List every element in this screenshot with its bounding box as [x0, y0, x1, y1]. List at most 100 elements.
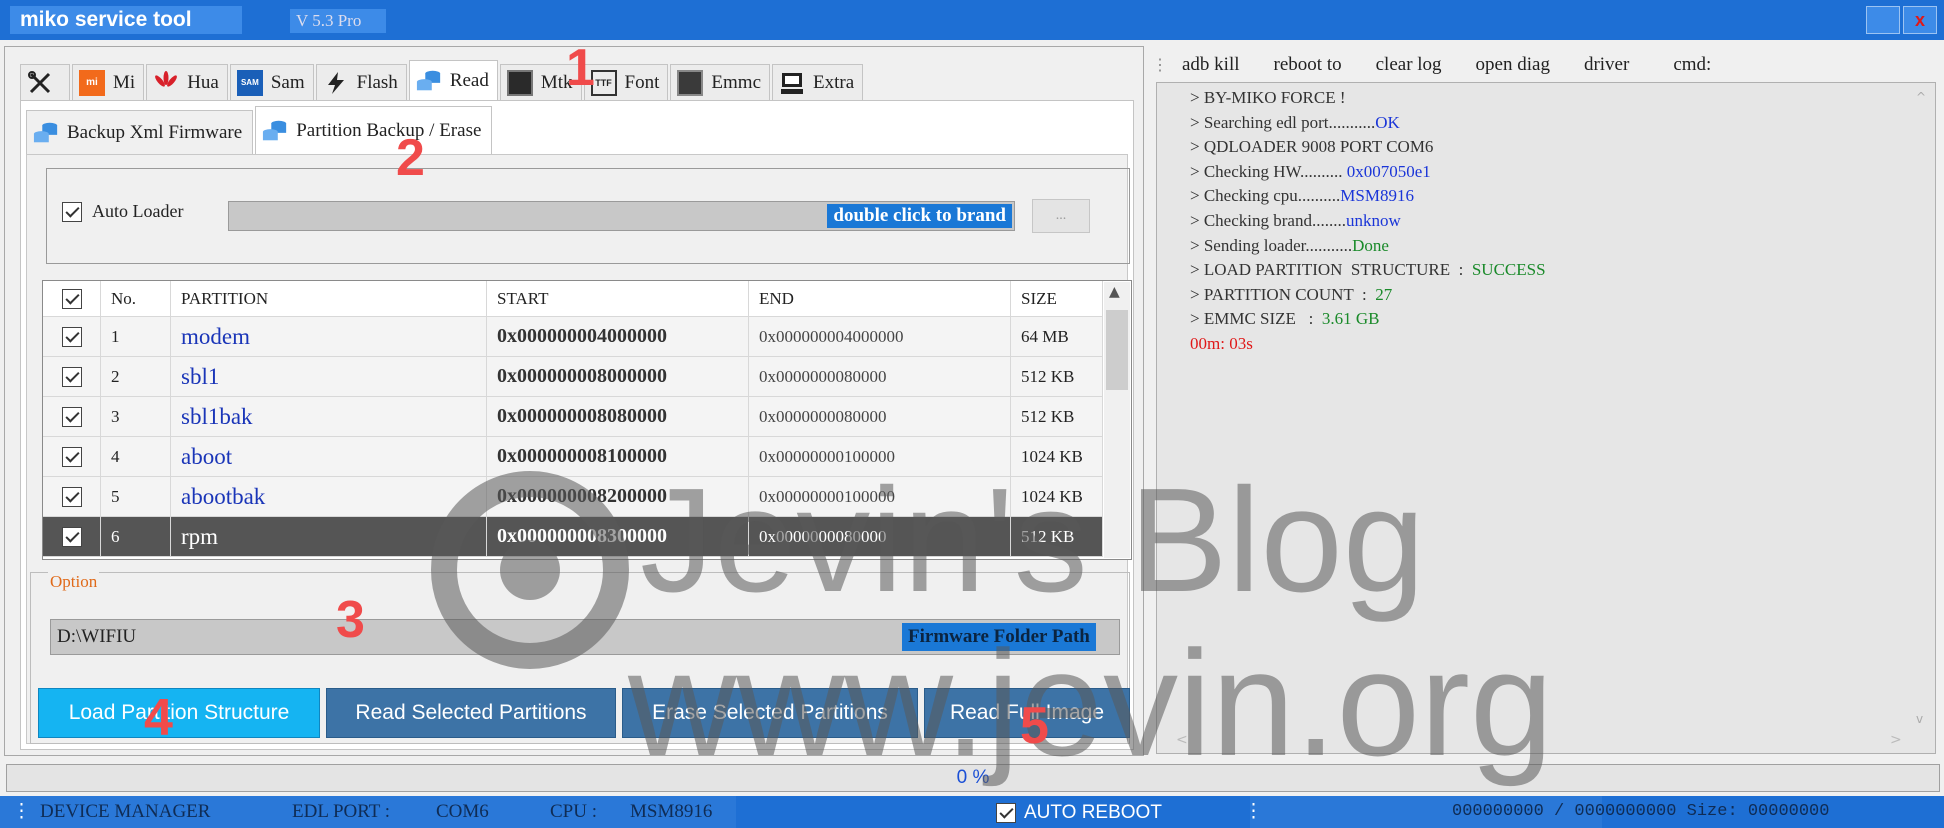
table-row[interactable]: 3 sbl1bak 0x000000008080000 0x0000000080…: [43, 397, 1103, 437]
row-no: 5: [101, 477, 171, 516]
row-no: 1: [101, 317, 171, 356]
erase-selected-partitions-button[interactable]: Erase Selected Partitions: [622, 688, 918, 738]
log-horizontal-scrollbar[interactable]: [1158, 732, 1912, 752]
adb-kill-button[interactable]: adb kill: [1182, 54, 1240, 76]
scroll-left-arrow-icon[interactable]: <: [1176, 732, 1188, 748]
tab-tools[interactable]: [20, 64, 70, 100]
log-line-text: > Checking brand........: [1190, 211, 1346, 230]
row-checkbox[interactable]: [61, 406, 82, 427]
tab-partition-backup-erase[interactable]: Partition Backup / Erase: [255, 106, 493, 154]
tab-label: Hua: [187, 71, 219, 93]
tab-font[interactable]: TTF Font: [583, 64, 669, 100]
row-checkbox[interactable]: [61, 366, 82, 387]
tab-mtk[interactable]: Mtk: [499, 64, 582, 100]
app-title: miko service tool: [10, 6, 242, 34]
scroll-up-arrow-icon[interactable]: ^: [1916, 90, 1926, 104]
log-line-text: > Checking HW..........: [1190, 161, 1343, 181]
tab-huawei[interactable]: Hua: [146, 64, 228, 100]
table-scroll-thumb[interactable]: [1106, 310, 1128, 390]
auto-reboot-option: AUTO REBOOT: [996, 802, 1162, 824]
row-start: 0x000000008300000: [487, 517, 749, 556]
log-output: [1156, 82, 1936, 754]
select-all-checkbox[interactable]: [61, 288, 82, 309]
close-button[interactable]: x: [1903, 6, 1937, 34]
row-checkbox[interactable]: [61, 526, 82, 547]
log-line-text: > QDLOADER 9008 PORT COM6: [1190, 137, 1434, 157]
header-start[interactable]: START: [487, 281, 749, 316]
table-row[interactable]: 1 modem 0x000000004000000 0x000000004000…: [43, 317, 1103, 357]
log-line-text: > LOAD PARTITION STRUCTURE :: [1190, 260, 1472, 280]
auto-reboot-label: AUTO REBOOT: [1024, 802, 1162, 823]
row-no: 6: [101, 517, 171, 556]
minimize-button[interactable]: [1866, 6, 1900, 34]
tab-backup-xml-firmware[interactable]: Backup Xml Firmware: [26, 110, 254, 154]
tab-flash[interactable]: Flash: [315, 64, 407, 100]
read-selected-partitions-button[interactable]: Read Selected Partitions: [326, 688, 616, 738]
scroll-up-arrow-icon[interactable]: ▲: [1109, 284, 1120, 300]
table-row[interactable]: 4 aboot 0x000000008100000 0x000000001000…: [43, 437, 1103, 477]
scroll-down-arrow-icon[interactable]: v: [1916, 712, 1923, 726]
row-checkbox[interactable]: [61, 446, 82, 467]
driver-button[interactable]: driver: [1584, 54, 1629, 76]
table-row-selected[interactable]: 6 rpm 0x000000008300000 0x0000000080000 …: [43, 517, 1103, 557]
tab-label: Mtk: [540, 71, 573, 93]
tab-label: Flash: [356, 71, 398, 93]
firmware-folder-path-button[interactable]: Firmware Folder Path: [902, 623, 1096, 651]
row-check-cell: [43, 317, 101, 356]
tab-label: Read: [449, 69, 489, 91]
header-size[interactable]: SIZE: [1011, 281, 1103, 316]
table-row[interactable]: 5 abootbak 0x000000008200000 0x000000001…: [43, 477, 1103, 517]
table-row[interactable]: 2 sbl1 0x000000008000000 0x0000000080000…: [43, 357, 1103, 397]
tab-samsung[interactable]: SAM Sam: [229, 64, 314, 100]
log-line-text: > Sending loader...........: [1190, 235, 1353, 255]
header-partition[interactable]: PARTITION: [171, 281, 487, 316]
auto-loader-label: Auto Loader: [92, 201, 184, 221]
tab-extra[interactable]: Extra: [772, 64, 864, 100]
log-line: > Checking brand........unknow: [1190, 211, 1401, 231]
row-start: 0x000000004000000: [487, 317, 749, 356]
grip-icon: ⋮: [1244, 801, 1263, 822]
row-partition: rpm: [171, 517, 487, 556]
browse-loader-button[interactable]: ...: [1032, 199, 1090, 233]
tab-read[interactable]: Read: [408, 60, 498, 100]
reboot-to-button[interactable]: reboot to: [1274, 54, 1342, 76]
log-line-text: > EMMC SIZE :: [1190, 309, 1322, 329]
log-line-text: > Searching edl port...........: [1190, 112, 1376, 132]
scroll-right-arrow-icon[interactable]: >: [1890, 732, 1902, 748]
cmd-button[interactable]: cmd:: [1673, 54, 1711, 76]
brand-selector[interactable]: double click to brand: [228, 201, 1015, 231]
read-full-image-button[interactable]: Read Full Image: [924, 688, 1130, 738]
open-diag-button[interactable]: open diag: [1476, 54, 1550, 76]
header-end[interactable]: END: [749, 281, 1011, 316]
load-partition-structure-button[interactable]: Load Partition Structure: [38, 688, 320, 738]
auto-loader-checkbox[interactable]: [62, 201, 82, 222]
auto-reboot-checkbox[interactable]: [996, 803, 1016, 823]
row-checkbox[interactable]: [61, 486, 82, 507]
row-check-cell: [43, 477, 101, 516]
log-line-value: OK: [1375, 112, 1400, 132]
header-no[interactable]: No.: [101, 281, 171, 316]
sub-tab-bar: Backup Xml Firmware Partition Backup / E…: [26, 106, 494, 154]
tab-emmc[interactable]: Emmc: [670, 64, 771, 100]
database-icon: [33, 120, 59, 146]
row-check-cell: [43, 517, 101, 556]
transfer-counter: 000000000 / 0000000000 Size: 00000000: [1452, 802, 1830, 821]
row-size: 1024 KB: [1011, 477, 1103, 516]
row-size: 512 KB: [1011, 397, 1103, 436]
row-size: 512 KB: [1011, 357, 1103, 396]
log-line: > LOAD PARTITION STRUCTURE : SUCCESS: [1190, 260, 1546, 280]
row-end: 0x0000000080000: [749, 357, 1011, 396]
log-line-value: 00m: 03s: [1190, 334, 1253, 353]
device-manager-label[interactable]: DEVICE MANAGER: [40, 798, 210, 826]
tab-mi[interactable]: mi Mi: [72, 64, 145, 100]
app-version: V 5.3 Pro: [290, 9, 386, 33]
chip-icon: [506, 69, 533, 96]
row-partition: sbl1: [171, 357, 487, 396]
emmc-chip-icon: [677, 69, 704, 96]
clear-log-button[interactable]: clear log: [1376, 54, 1442, 76]
row-size: 512 KB: [1011, 517, 1103, 556]
row-checkbox[interactable]: [61, 326, 82, 347]
command-bar: ⋮ adb kill reboot to clear log open diag…: [1152, 50, 1745, 80]
log-scrollbar[interactable]: [1914, 84, 1934, 752]
log-line-text: > BY-MIKO FORCE !: [1190, 88, 1346, 107]
